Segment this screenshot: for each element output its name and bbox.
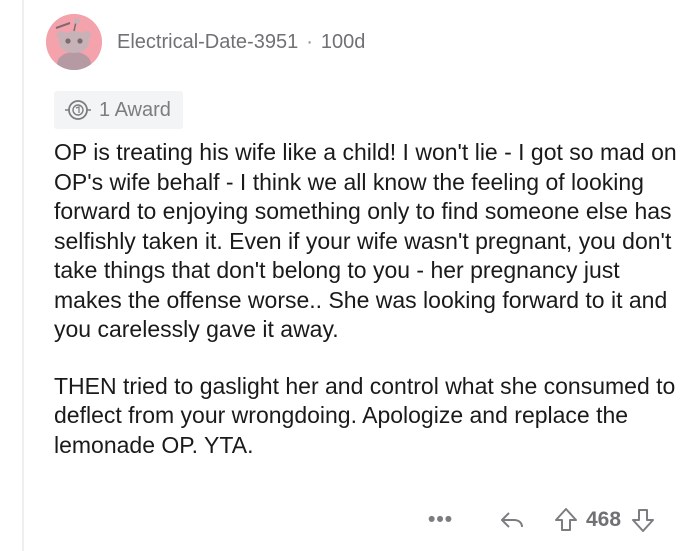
award-badge[interactable]: 1 Award	[54, 91, 183, 129]
snoo-avatar-icon	[46, 14, 102, 70]
comment: Electrical-Date-3951 · 100d 1 Award OP i…	[46, 14, 686, 532]
avatar[interactable]	[46, 14, 102, 70]
award-label: 1 Award	[99, 98, 171, 121]
comment-header: Electrical-Date-3951 · 100d	[46, 14, 686, 70]
award-medal-icon	[64, 99, 94, 121]
comment-actions: ••• 468	[428, 503, 655, 537]
username[interactable]: Electrical-Date-3951	[117, 31, 298, 54]
more-options-button[interactable]: •••	[428, 508, 468, 532]
thread-line[interactable]	[22, 0, 24, 551]
reply-arrow-icon[interactable]	[500, 509, 524, 531]
comment-paragraph-2: THEN tried to gaslight her and control w…	[54, 372, 676, 458]
upvote-arrow-icon[interactable]	[554, 507, 578, 533]
vote-score: 468	[586, 508, 622, 531]
comment-paragraph-1: OP is treating his wife like a child! I …	[54, 139, 677, 342]
comment-age: 100d	[320, 30, 366, 53]
comment-body: OP is treating his wife like a child! I …	[54, 138, 686, 460]
meta-separator: ·	[306, 30, 313, 53]
downvote-arrow-icon[interactable]	[631, 507, 655, 533]
